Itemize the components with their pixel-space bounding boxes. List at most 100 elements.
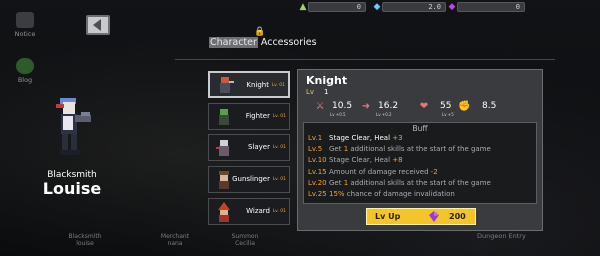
class-level: Lv. 01	[272, 114, 286, 119]
buff-level: Lv.10	[308, 156, 327, 165]
buff-text-suffix: chance of damage invalidation	[344, 190, 455, 199]
tab-bar: Character Accessories	[209, 37, 317, 48]
npc-summon[interactable]: Summon Cecilia	[222, 233, 268, 247]
stat-health-value: 55	[440, 101, 452, 111]
buff-value: +3	[392, 134, 403, 142]
class-item-gunslinger[interactable]: Gunslinger Lv. 01	[208, 166, 290, 193]
hero-name: Louise	[42, 179, 102, 198]
knight-portrait-icon	[220, 77, 234, 93]
npc-merchant[interactable]: Merchant nana	[152, 233, 198, 247]
class-name: Wizard	[246, 207, 270, 215]
class-level: Lv. 01	[272, 145, 286, 150]
level-up-label: Lv Up	[375, 212, 401, 221]
buff-level: Lv.5	[308, 145, 323, 154]
stat-attack-value: 10.5	[332, 101, 353, 111]
blog-label: Blog	[17, 76, 33, 84]
stat-speed-value: 16.2	[378, 101, 399, 111]
heart-icon: ❤	[419, 101, 429, 112]
sword-icon: ⚔	[315, 101, 325, 112]
class-level: Lv. 01	[272, 177, 286, 182]
tab-accessories[interactable]: Accessories	[261, 37, 317, 48]
buff-level: Lv.1	[308, 134, 323, 142]
buff-text: Get	[329, 145, 344, 154]
gem-icon: ◆	[448, 2, 456, 12]
class-level: Lv. 01	[271, 83, 285, 88]
tree-icon: ▲	[299, 2, 307, 12]
buff-level: Lv.20	[308, 178, 327, 187]
class-item-slayer[interactable]: Slayer Lv. 01	[208, 134, 290, 161]
level-up-button[interactable]: Lv Up 200	[366, 208, 476, 225]
buff-row: Lv.1 Stage Clear, Heal +3	[304, 133, 536, 144]
stat-attack-growth: Lv +0.5	[330, 112, 346, 117]
tab-character[interactable]: Character	[209, 37, 258, 48]
detail-level: Lv 1	[306, 88, 329, 96]
buff-text: Stage Clear, Heal	[329, 134, 393, 142]
blog-button[interactable]: Blog	[8, 58, 42, 84]
npc-blacksmith-role: Blacksmith	[68, 233, 102, 240]
blog-icon	[16, 58, 34, 74]
detail-class-name: Knight	[306, 74, 348, 87]
npc-merchant-name: nana	[167, 240, 183, 247]
blacksmith-character-sprite	[56, 98, 91, 155]
buff-value: 15%	[329, 190, 345, 199]
npc-blacksmith[interactable]: Blacksmith louise	[62, 233, 108, 247]
npc-blacksmith-name: louise	[76, 240, 94, 247]
buff-list[interactable]: Buff Lv.1 Stage Clear, Heal +3 Lv.5 Get 1 a…	[303, 122, 537, 204]
back-button[interactable]	[86, 15, 110, 35]
npc-summon-name: Cecilia	[235, 240, 255, 247]
lock-icon: 🔒	[254, 27, 266, 37]
stat-defense-value: 8.5	[482, 101, 497, 111]
resource-diamond: ◆ 2.0	[372, 2, 446, 12]
gem-icon	[429, 211, 439, 222]
wizard-portrait-icon	[218, 202, 230, 222]
stat-defense: ✊ 8.5	[458, 100, 518, 120]
level-up-cost: 200	[449, 212, 466, 221]
npc-merchant-role: Merchant	[160, 233, 190, 240]
buff-value: -2	[430, 167, 438, 176]
class-level: Lv. 01	[272, 209, 286, 214]
resource-diamond-value: 2.0	[382, 2, 446, 12]
lightning-icon: ➜	[361, 101, 371, 112]
class-name: Fighter	[245, 112, 270, 120]
divider	[175, 59, 555, 60]
buff-row: Lv.15 Amount of damage received -2	[304, 167, 536, 178]
buff-text: Get	[329, 178, 344, 187]
buff-row: Lv.10 Stage Clear, Heal +8	[304, 155, 536, 166]
fist-icon: ✊	[458, 101, 471, 112]
notice-label: Notice	[14, 30, 36, 38]
buff-text-suffix: additional skills at the start of the ga…	[348, 145, 491, 154]
buff-level: Lv.15	[308, 167, 327, 176]
buff-value: +8	[392, 156, 403, 165]
resource-tree-value: 0	[308, 2, 366, 12]
dungeon-entry-button[interactable]: Dungeon Entry	[477, 232, 526, 240]
buff-row: Lv.5 Get 1 additional skills at the start…	[304, 144, 536, 155]
stat-health-growth: Lv +5	[442, 112, 454, 117]
resource-tree: ▲ 0	[298, 2, 366, 12]
class-name: Slayer	[247, 143, 270, 151]
class-name: Knight	[246, 81, 269, 89]
detail-level-value: 1	[324, 88, 329, 96]
stat-speed: ➜ 16.2 Lv +0.2	[360, 100, 410, 120]
class-name: Gunslinger	[232, 175, 270, 183]
buff-title: Buff	[412, 124, 428, 133]
diamond-icon: ◆	[373, 2, 381, 12]
buff-row: Lv.20 Get 1 additional skills at the star…	[304, 178, 536, 189]
detail-level-label: Lv	[306, 88, 315, 96]
notice-button[interactable]: Notice	[8, 12, 42, 38]
hero-nameplate: Blacksmith Louise	[20, 170, 124, 198]
resource-gem: ◆ 0	[447, 2, 525, 12]
class-item-knight[interactable]: Knight Lv. 01	[208, 71, 290, 98]
class-detail-panel: Knight Lv 1 ⚔ 10.5 Lv +0.5 ➜ 16.2 Lv +0.2…	[297, 69, 543, 231]
stat-speed-growth: Lv +0.2	[376, 112, 392, 117]
resource-gem-value: 0	[457, 2, 525, 12]
npc-summon-role: Summon	[231, 233, 259, 240]
notice-icon	[16, 12, 34, 28]
buff-level: Lv.25	[308, 190, 327, 199]
class-item-wizard[interactable]: Wizard Lv. 01	[208, 198, 290, 225]
buff-text-suffix: additional skills at the start of the ga…	[348, 178, 491, 187]
fighter-portrait-icon	[219, 109, 229, 125]
buff-text: Stage Clear, Heal	[329, 156, 393, 165]
buff-row: Lv.25 15% chance of damage invalidation	[304, 189, 536, 200]
class-item-fighter[interactable]: Fighter Lv. 01	[208, 103, 290, 130]
buff-text: Amount of damage received	[329, 167, 431, 176]
